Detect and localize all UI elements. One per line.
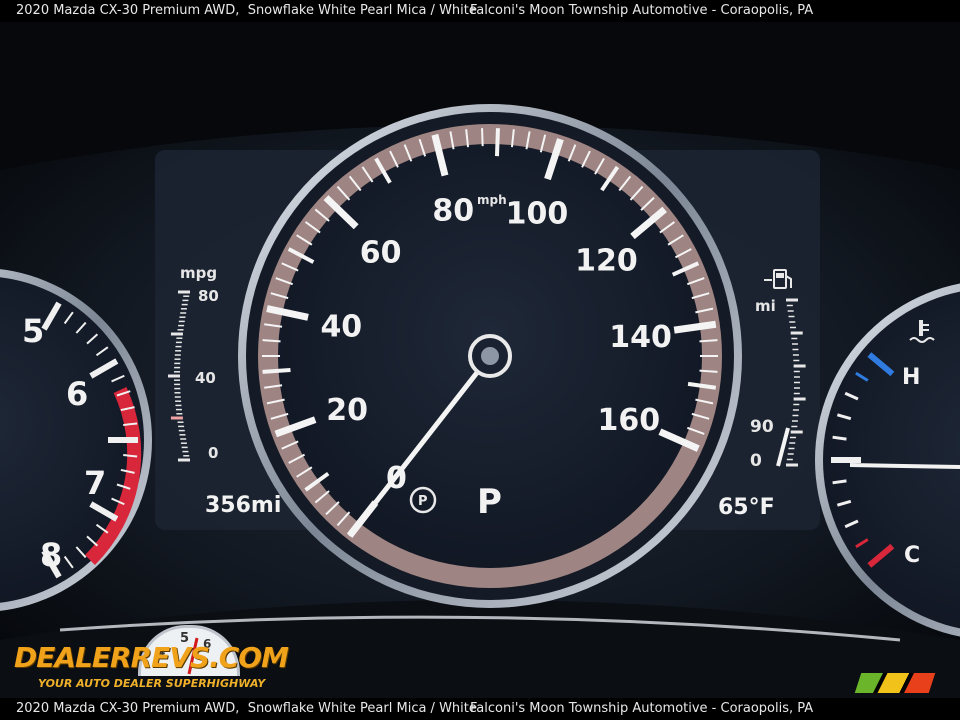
mpg-label-80: 80 [198, 287, 219, 305]
dealer-caption: Falconi's Moon Township Automotive - Cor… [470, 3, 814, 18]
temp-high-label: H [902, 365, 920, 390]
speed-label-20: 20 [326, 393, 368, 428]
speed-label-160: 160 [598, 403, 661, 438]
range-label-90: 90 [750, 417, 774, 437]
outside-temp-readout: 65°F [718, 495, 775, 520]
watermark-tagline: YOUR AUTO DEALER SUPERHIGHWAY [38, 677, 266, 690]
mpg-label-0: 0 [208, 444, 218, 462]
mpg-unit-label: mpg [180, 264, 217, 282]
speed-tick [262, 367, 291, 374]
speed-unit-label: mph [477, 193, 507, 207]
speed-tick [699, 369, 718, 373]
speed-label-100: 100 [506, 196, 569, 231]
speed-label-60: 60 [360, 235, 402, 270]
range-label-0: 0 [750, 451, 762, 471]
temperature-needle [849, 463, 960, 469]
dealer-caption-bottom: Falconi's Moon Township Automotive - Cor… [470, 701, 814, 716]
tach-label-5: 5 [22, 312, 44, 350]
watermark-brand: DEALERREVS.COM [14, 641, 289, 674]
speed-label-120: 120 [575, 243, 638, 278]
vehicle-caption-bottom: 2020 Mazda CX-30 Premium AWD, Snowflake … [16, 701, 477, 716]
tach-label-6: 6 [66, 375, 88, 413]
tach-label-7: 7 [84, 464, 106, 502]
caption-bar-bottom: 2020 Mazda CX-30 Premium AWD, Snowflake … [0, 698, 960, 720]
speed-label-40: 40 [320, 309, 362, 344]
caption-bar-top: 2020 Mazda CX-30 Premium AWD, Snowflake … [0, 0, 960, 22]
temp-low-label: C [904, 543, 920, 568]
range-unit-label: mi [755, 297, 776, 315]
instrument-cluster-photo: 5 6 7 8 H C mpg 80 40 0 mi 90 0 20406080… [0, 22, 960, 698]
temp-tick [832, 435, 847, 441]
temp-tick [832, 479, 847, 485]
dealer-flag-logo [854, 673, 936, 693]
svg-text:P: P [418, 494, 428, 509]
gear-indicator: P [477, 482, 502, 522]
needle-hub-cap [481, 347, 499, 365]
speedometer: 020406080100120140160 mph [238, 104, 742, 608]
tach-label-8: 8 [40, 536, 62, 574]
speed-tick [481, 128, 484, 147]
mpg-label-40: 40 [195, 369, 216, 387]
range-readout: 356mi [205, 493, 281, 518]
speed-label-140: 140 [609, 320, 672, 355]
speed-tick [262, 339, 281, 343]
speed-label-80: 80 [432, 194, 474, 229]
speed-tick [494, 128, 500, 157]
speed-tick [699, 339, 718, 343]
vehicle-caption: 2020 Mazda CX-30 Premium AWD, Snowflake … [16, 3, 477, 18]
